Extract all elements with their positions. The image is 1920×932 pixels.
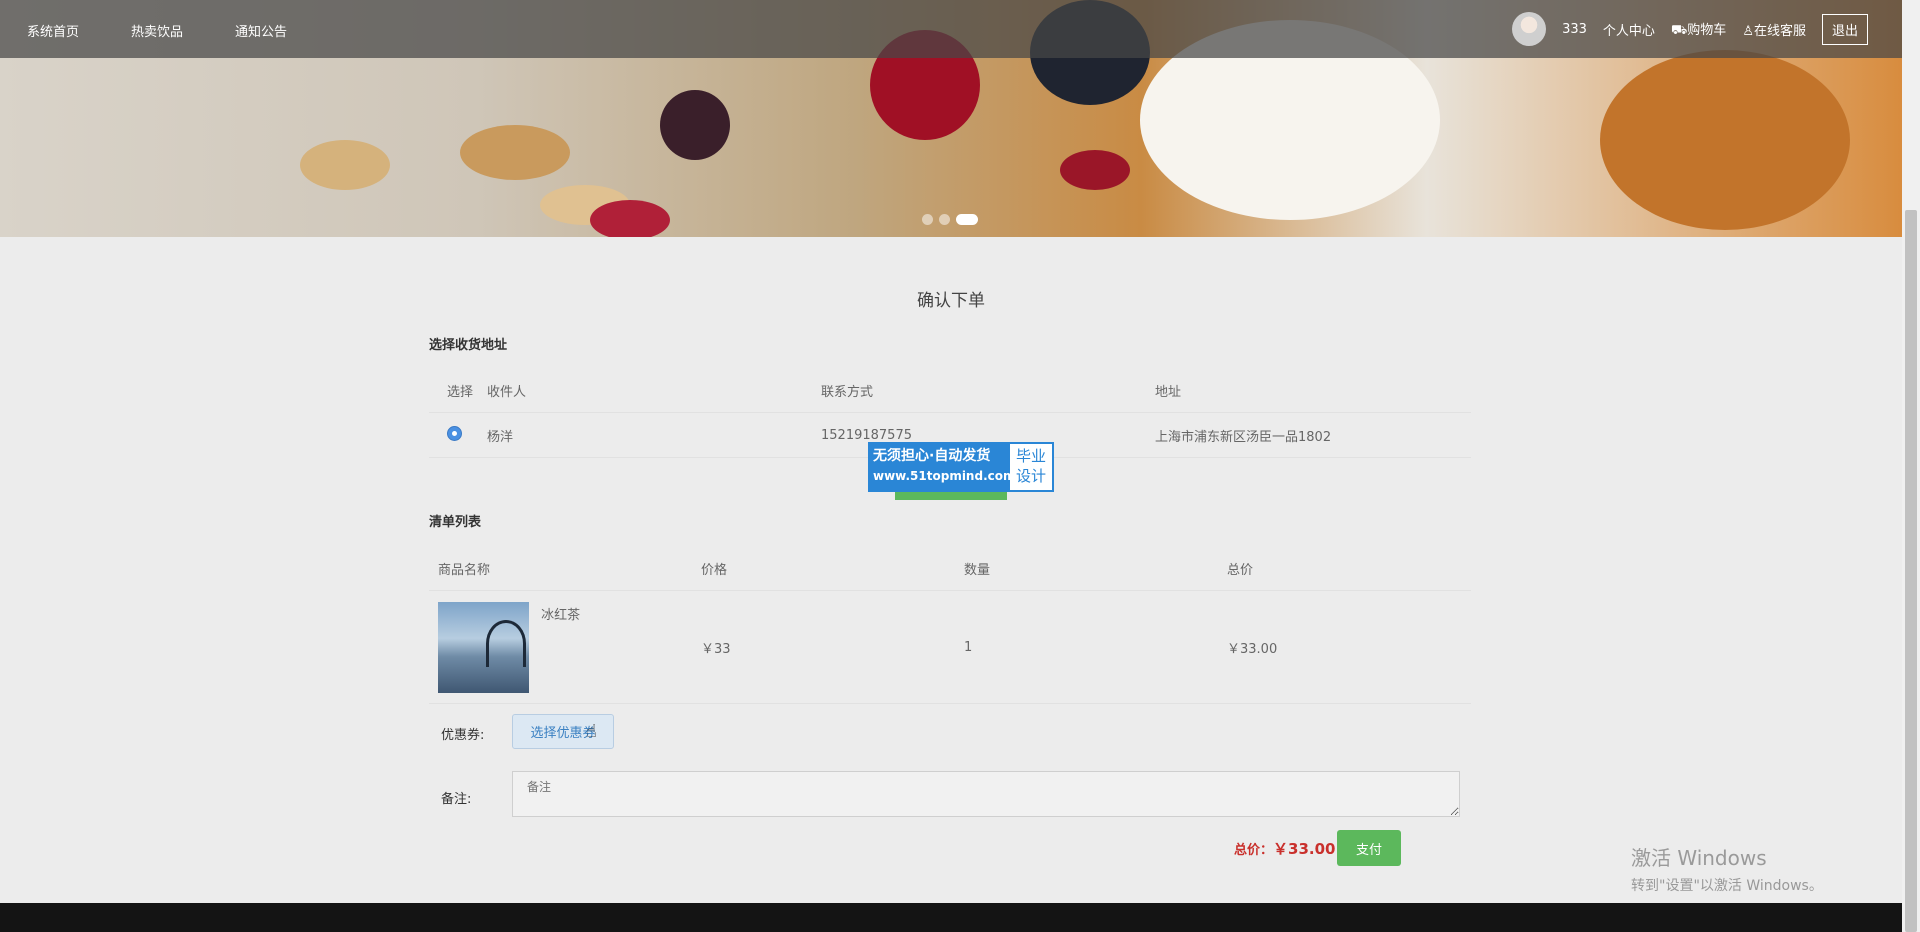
product-price: ￥33 (700, 590, 963, 704)
hand-pointer-icon: ☝ (586, 721, 597, 742)
nav-hot-drinks[interactable]: 热卖饮品 (131, 21, 183, 40)
watermark-badge: 无须担心·自动发货 www.51topmind.com 毕业 设计 (868, 442, 1054, 492)
banner-decoration (1600, 50, 1850, 230)
product-cell: 冰红茶 (429, 590, 700, 704)
windows-activation-watermark: 激活 Windows 转到"设置"以激活 Windows。 (1631, 842, 1823, 895)
windows-line1: 激活 Windows (1631, 846, 1767, 870)
remark-label: 备注: (441, 792, 472, 807)
product-image (438, 601, 529, 693)
cart-label: 购物车 (1687, 22, 1727, 38)
product-quantity: 1 (963, 590, 1226, 704)
col-address: 地址 (1154, 368, 1471, 413)
col-total: 总价 (1226, 546, 1471, 591)
watermark-left: 无须担心·自动发货 www.51topmind.com (870, 444, 1016, 490)
col-price: 价格 (700, 546, 963, 591)
banner-decoration (660, 90, 730, 160)
banner-decoration (300, 140, 390, 190)
page-scrollbar[interactable] (1902, 0, 1920, 932)
address-radio[interactable] (447, 425, 462, 441)
col-recipient: 收件人 (486, 368, 820, 413)
total-price: 总价：￥33.00 (1234, 838, 1335, 859)
col-select: 选择 (429, 368, 486, 413)
col-contact: 联系方式 (820, 368, 1154, 413)
table-row: 冰红茶 ￥33 1 ￥33.00 (429, 590, 1471, 704)
page-title: 确认下单 (917, 291, 985, 311)
pay-button[interactable]: 支付 (1337, 830, 1401, 866)
watermark-line2: www.51topmind.com (873, 469, 1016, 483)
col-product: 商品名称 (429, 546, 700, 591)
product-total: ￥33.00 (1226, 590, 1471, 704)
address-radio-cell[interactable] (429, 412, 486, 458)
nav-notices[interactable]: 通知公告 (235, 21, 287, 40)
username: 333 (1562, 21, 1587, 37)
items-table: 商品名称 价格 数量 总价 冰红茶 ￥33 1 ￥33.00 (429, 546, 1471, 704)
logout-button[interactable]: 退出 (1821, 13, 1868, 45)
watermark-right1: 毕业 (1015, 447, 1046, 465)
recipient-name: 杨洋 (486, 412, 820, 458)
remark-input[interactable] (512, 771, 1460, 817)
cart-link[interactable]: ⛟购物车 (1671, 19, 1726, 40)
user-icon: ♙ (1742, 23, 1754, 39)
coupon-label: 优惠券: (441, 728, 485, 743)
service-link[interactable]: ♙在线客服 (1742, 20, 1806, 39)
carousel-dot[interactable] (922, 214, 933, 225)
top-navbar: 系统首页 热卖饮品 通知公告 333 个人中心 ⛟购物车 ♙在线客服 退出 (0, 0, 1902, 58)
user-menu: 333 个人中心 ⛟购物车 ♙在线客服 退出 (1512, 12, 1868, 46)
banner-decoration (1060, 150, 1130, 190)
address-section-title: 选择收货地址 (429, 338, 508, 353)
col-quantity: 数量 (963, 546, 1226, 591)
watermark-right2: 设计 (1015, 467, 1046, 485)
scrollbar-thumb[interactable] (1905, 210, 1917, 932)
total-label: 总价： (1234, 843, 1274, 858)
footer (0, 903, 1902, 932)
items-section-title: 清单列表 (429, 515, 482, 530)
banner-decoration (590, 200, 670, 237)
watermark-line1: 无须担心·自动发货 (873, 448, 991, 464)
carousel-dot-active[interactable] (956, 214, 978, 225)
select-coupon-button[interactable]: 选择优惠券 (512, 714, 614, 749)
total-value: ￥33.00 (1273, 840, 1336, 858)
windows-line2: 转到"设置"以激活 Windows。 (1631, 878, 1823, 894)
carousel-dots (922, 214, 978, 225)
service-label: 在线客服 (1753, 23, 1806, 39)
product-name: 冰红茶 (541, 607, 581, 623)
banner-decoration (460, 125, 570, 180)
recipient-address: 上海市浦东新区汤臣一品1802 (1154, 412, 1471, 458)
carousel-dot[interactable] (939, 214, 950, 225)
avatar[interactable] (1512, 12, 1547, 46)
nav-home[interactable]: 系统首页 (27, 21, 79, 40)
profile-link[interactable]: 个人中心 (1603, 20, 1655, 39)
watermark-right: 毕业 设计 (1010, 444, 1052, 490)
truck-icon: ⛟ (1670, 22, 1688, 38)
